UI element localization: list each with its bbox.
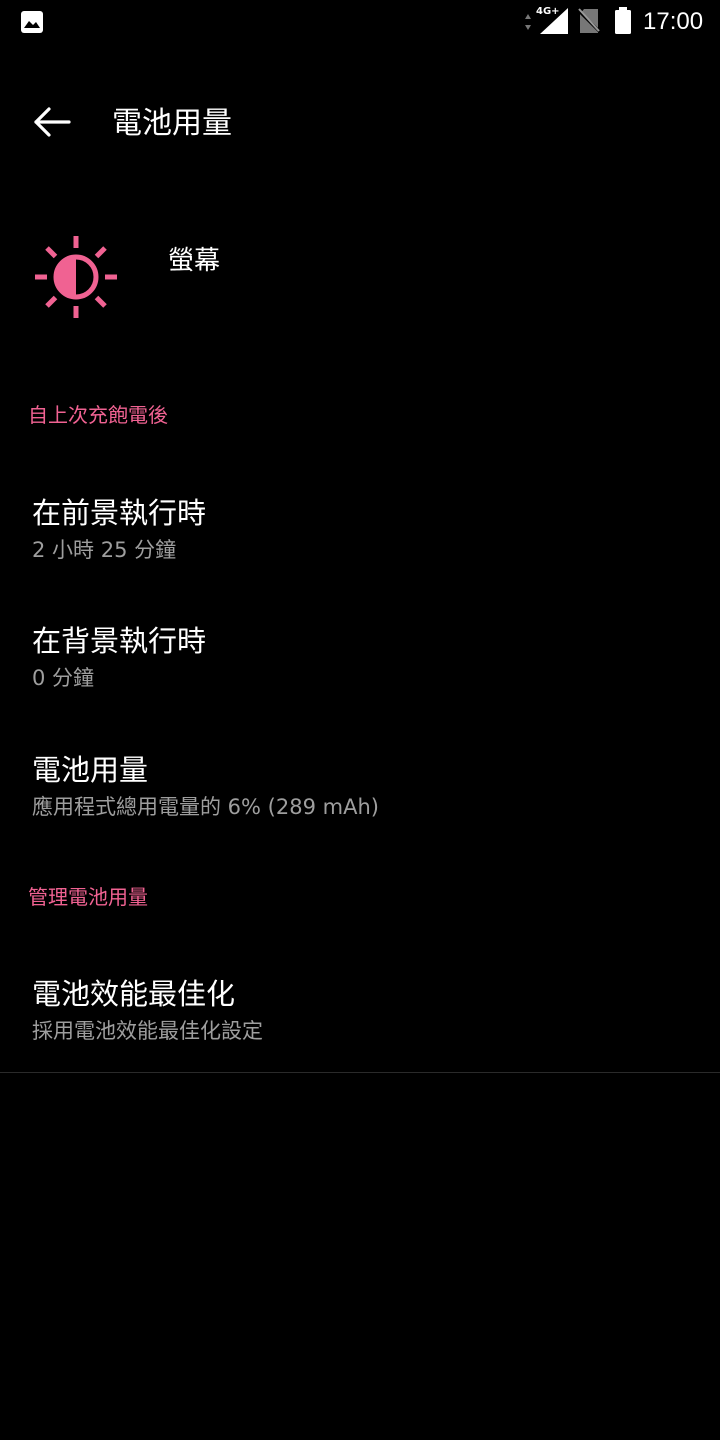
page-title: 電池用量 [112, 106, 232, 141]
data-activity-icon [523, 12, 533, 36]
battery-optimization-item[interactable]: 電池效能最佳化 採用電池效能最佳化設定 [0, 974, 720, 1084]
gallery-notification-icon [20, 10, 44, 38]
list-divider [0, 1072, 720, 1073]
pref-summary: 0 分鐘 [32, 666, 95, 690]
toolbar: 電池用量 [0, 80, 720, 170]
app-header: 螢幕 [0, 225, 720, 335]
battery-icon [614, 7, 632, 39]
status-clock: 17:00 [643, 8, 704, 35]
background-time-item[interactable]: 在背景執行時 0 分鐘 [0, 621, 720, 731]
no-sim-icon [576, 8, 602, 38]
battery-usage-item[interactable]: 電池用量 應用程式總用電量的 6% (289 mAh) [0, 750, 720, 860]
pref-summary: 採用電池效能最佳化設定 [32, 1019, 263, 1043]
app-name: 螢幕 [168, 246, 221, 276]
arrow-back-icon [32, 106, 72, 142]
section-header-manage-battery: 管理電池用量 [28, 885, 148, 909]
pref-title: 電池用量 [32, 753, 149, 787]
pref-title: 在背景執行時 [32, 624, 207, 658]
section-header-since-full-charge: 自上次充飽電後 [28, 403, 168, 427]
back-button[interactable] [24, 100, 80, 148]
cell-signal-icon [540, 8, 568, 38]
pref-summary: 應用程式總用電量的 6% (289 mAh) [32, 795, 379, 819]
pref-summary: 2 小時 25 分鐘 [32, 538, 177, 562]
foreground-time-item[interactable]: 在前景執行時 2 小時 25 分鐘 [0, 493, 720, 603]
status-bar: 4G+ 17:00 [0, 0, 720, 44]
brightness-icon [30, 231, 122, 327]
pref-title: 電池效能最佳化 [32, 977, 236, 1011]
pref-title: 在前景執行時 [32, 496, 207, 530]
